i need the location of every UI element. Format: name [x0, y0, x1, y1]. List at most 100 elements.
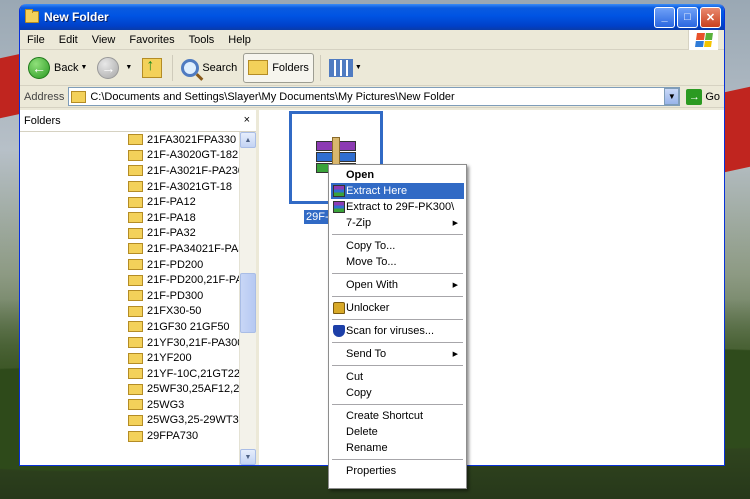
tree-item[interactable]: 21FA3021FPA330 — [20, 132, 239, 148]
folder-icon — [128, 134, 143, 146]
menu-item-open[interactable]: Open — [331, 167, 464, 183]
folder-icon — [128, 430, 143, 442]
views-icon — [328, 58, 353, 77]
menu-item-copy[interactable]: Copy — [331, 385, 464, 401]
scroll-down-icon[interactable]: ▼ — [240, 449, 256, 465]
menu-item-cut[interactable]: Cut — [331, 369, 464, 385]
tree-item[interactable]: 21FX30-50 — [20, 304, 239, 320]
go-button[interactable]: → Go — [686, 88, 720, 105]
chevron-down-icon[interactable]: ▼ — [125, 64, 132, 71]
tree-item[interactable]: 25WG3,25-29WT30,2 — [20, 413, 239, 429]
menu-view[interactable]: View — [85, 31, 123, 49]
folder-icon — [128, 165, 143, 177]
folder-icon — [128, 149, 143, 161]
tree-item[interactable]: 21YF30,21F-PA300-5( — [20, 335, 239, 351]
menu-item-extract-to[interactable]: Extract to 29F-PK300\ — [331, 199, 464, 215]
tree-item[interactable]: 29FPA730 — [20, 428, 239, 444]
tree-item[interactable]: 21F-PA18 — [20, 210, 239, 226]
close-button[interactable]: ✕ — [700, 6, 721, 28]
back-button[interactable]: ← Back ▼ — [24, 53, 91, 83]
tree-item[interactable]: 25WF30,25AF12,25WF — [20, 382, 239, 398]
menu-item-unlocker[interactable]: Unlocker — [331, 300, 464, 316]
tree-item-label: 21F-PA34021F-PA340 — [147, 242, 239, 255]
forward-button[interactable]: → ▼ — [93, 53, 136, 83]
address-path[interactable]: C:\Documents and Settings\Slayer\My Docu… — [90, 91, 664, 103]
menu-item-scan[interactable]: Scan for viruses... — [331, 323, 464, 339]
menu-item-move-to[interactable]: Move To... — [331, 254, 464, 270]
tree-item[interactable]: 21F-PD200 — [20, 257, 239, 273]
menu-item-open-with[interactable]: Open With ▶ — [331, 277, 464, 293]
folder-icon — [25, 9, 39, 23]
up-button[interactable] — [138, 53, 166, 83]
menu-tools[interactable]: Tools — [182, 31, 222, 49]
tree-item-label: 21F-A3020GT-1821F- — [147, 149, 239, 162]
folder-icon — [128, 181, 143, 193]
menu-item-label: Extract to 29F-PK300\ — [346, 201, 455, 213]
tree-item-label: 25WF30,25AF12,25WF — [147, 383, 239, 396]
menu-item-label: Extract Here — [346, 185, 408, 197]
menu-item-7zip[interactable]: 7-Zip ▶ — [331, 215, 464, 231]
folders-button[interactable]: Folders — [243, 52, 314, 83]
menu-item-properties[interactable]: Properties — [331, 463, 464, 479]
address-bar: Address C:\Documents and Settings\Slayer… — [20, 86, 724, 108]
tree-item[interactable]: 21F-A3021GT-18 — [20, 179, 239, 195]
tree-item[interactable]: 21YF-10C,21GT22,14 — [20, 366, 239, 382]
tree-item[interactable]: 21F-A3020GT-1821F- — [20, 148, 239, 164]
tree-item-label: 25WG3 — [147, 398, 185, 411]
views-button[interactable]: ▼ — [325, 53, 366, 83]
folder-icon — [128, 212, 143, 224]
scroll-up-icon[interactable]: ▲ — [240, 132, 256, 148]
tree-item[interactable]: 21F-PA12 — [20, 194, 239, 210]
folder-icon — [128, 227, 143, 239]
go-arrow-icon: → — [686, 88, 703, 105]
submenu-arrow-icon: ▶ — [452, 220, 458, 227]
folders-icon — [248, 60, 269, 75]
scroll-thumb[interactable] — [240, 273, 256, 333]
menu-item-label: 7-Zip — [346, 217, 372, 229]
menu-item-rename[interactable]: Rename — [331, 440, 464, 456]
unlocker-icon — [333, 302, 345, 314]
tree-item[interactable]: 21F-PA34021F-PA340 — [20, 241, 239, 257]
tree-item[interactable]: 21F-PD200,21F-PA14 — [20, 272, 239, 288]
menu-divider — [332, 342, 463, 343]
tree-item-label: 29FPA730 — [147, 430, 199, 443]
tree-item[interactable]: 21GF30 21GF50 — [20, 319, 239, 335]
menu-divider — [332, 296, 463, 297]
folder-icon — [128, 305, 143, 317]
maximize-button[interactable]: □ — [677, 6, 698, 28]
tree-item-label: 21F-A3021GT-18 — [147, 180, 232, 193]
menu-edit[interactable]: Edit — [52, 31, 85, 49]
tree-item[interactable]: 21F-PD300 — [20, 288, 239, 304]
tree-item-label: 25WG3,25-29WT30,2 — [147, 414, 239, 427]
menu-item-send-to[interactable]: Send To ▶ — [331, 346, 464, 362]
back-arrow-icon: ← — [28, 56, 50, 79]
menu-item-label: Unlocker — [346, 302, 390, 314]
address-input[interactable]: C:\Documents and Settings\Slayer\My Docu… — [68, 87, 681, 106]
folder-icon — [128, 274, 143, 286]
menu-item-delete[interactable]: Delete — [331, 424, 464, 440]
chevron-down-icon[interactable]: ▼ — [664, 88, 680, 105]
title-bar[interactable]: New Folder _ □ ✕ — [20, 4, 724, 30]
tree-item[interactable]: 25WG3 — [20, 397, 239, 413]
search-icon — [181, 58, 200, 77]
search-button[interactable]: Search — [177, 53, 241, 83]
close-icon[interactable]: × — [244, 114, 250, 126]
menu-divider — [332, 319, 463, 320]
menu-help[interactable]: Help — [221, 31, 258, 49]
menu-item-extract-here[interactable]: Extract Here — [331, 183, 464, 199]
tree-item[interactable]: 21F-A3021F-PA230 — [20, 163, 239, 179]
chevron-down-icon[interactable]: ▼ — [355, 64, 362, 71]
tree-item[interactable]: 21YF200 — [20, 350, 239, 366]
chevron-down-icon[interactable]: ▼ — [80, 64, 87, 71]
folder-up-icon — [142, 57, 163, 78]
menu-item-create-shortcut[interactable]: Create Shortcut — [331, 408, 464, 424]
menu-favorites[interactable]: Favorites — [122, 31, 181, 49]
folders-scrollbar[interactable]: ▲ ▼ — [239, 132, 256, 465]
menu-item-copy-to[interactable]: Copy To... — [331, 238, 464, 254]
windows-logo-icon — [688, 30, 718, 50]
minimize-button[interactable]: _ — [654, 6, 675, 28]
tree-item[interactable]: 21F-PA32 — [20, 226, 239, 242]
folders-pane-header: Folders × — [20, 110, 256, 132]
folder-icon — [128, 337, 143, 349]
menu-file[interactable]: File — [20, 31, 52, 49]
